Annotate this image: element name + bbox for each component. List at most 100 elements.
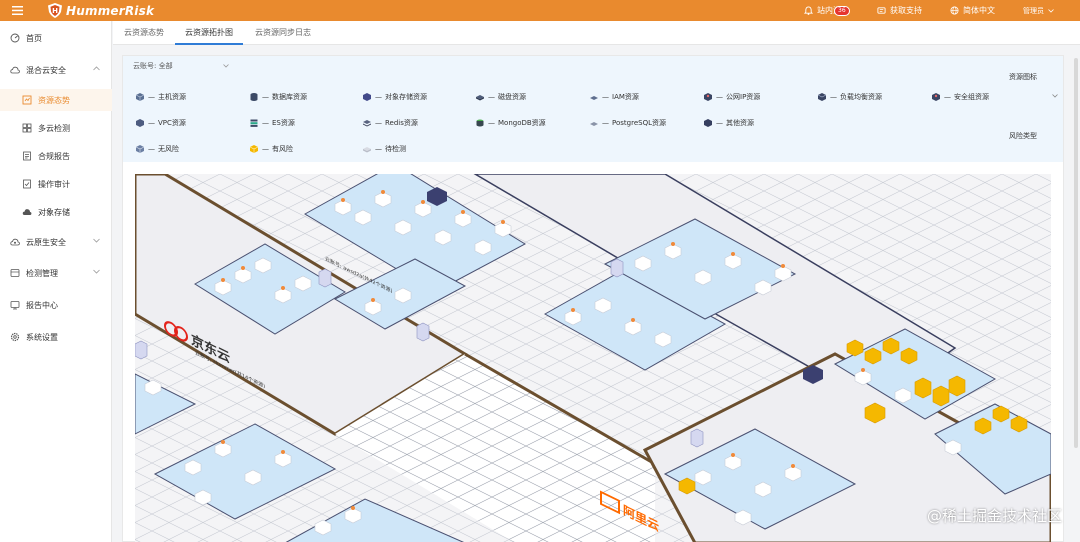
legend-label: 安全组资源 xyxy=(954,93,989,101)
tab-sync-log[interactable]: 云资源同步日志 xyxy=(255,21,311,45)
legend-label: 磁盘资源 xyxy=(498,93,526,101)
mongodb-icon xyxy=(476,119,484,127)
support-button[interactable]: 获取支持 xyxy=(863,5,936,16)
legend-no-risk[interactable]: — 无风险 xyxy=(135,144,179,154)
chevron-down-icon xyxy=(93,238,100,243)
legend-object-storage[interactable]: — 对象存储资源 xyxy=(362,92,427,102)
settings-icon xyxy=(10,332,20,342)
disk-icon xyxy=(476,95,484,101)
top-bar: H HummerRisk 站内消息 36 获取支持 简体中文 管理员 xyxy=(0,0,1080,21)
legend-pending[interactable]: — 待检测 xyxy=(362,144,406,154)
audit-icon xyxy=(23,179,31,189)
report-icon xyxy=(23,151,31,161)
sidebar-item-label: 首页 xyxy=(26,33,42,43)
topology-canvas[interactable]: 京东云 阿里云 云账号: awsd2a(共42个资源) 云账号: Hummer(… xyxy=(135,174,1051,542)
app-name: HummerRisk xyxy=(66,3,155,18)
sidebar-item-cloud-native[interactable]: 云原生安全 xyxy=(0,231,112,253)
sidebar-item-home[interactable]: 首页 xyxy=(0,27,112,49)
account-select-value: 云账号: 全部 xyxy=(133,62,173,70)
legend-database[interactable]: — 数据库资源 xyxy=(249,92,307,102)
pending-icon xyxy=(363,147,371,153)
sidebar-item-label: 云原生安全 xyxy=(26,237,66,247)
sidebar-item-hybrid-cloud[interactable]: 混合云安全 xyxy=(0,59,112,81)
bell-icon xyxy=(804,6,813,15)
legend-load-balancer[interactable]: — 负载均衡资源 xyxy=(817,92,882,102)
legend-label: PostgreSQL资源 xyxy=(612,119,666,127)
sidebar-item-label: 多云检测 xyxy=(38,123,70,133)
storage-icon xyxy=(22,209,32,215)
legend-iam[interactable]: — IAM资源 xyxy=(589,92,639,102)
legend-mongodb[interactable]: — MongoDB资源 xyxy=(475,118,546,128)
host-icon xyxy=(135,93,145,101)
redis-icon xyxy=(363,120,371,127)
database-icon xyxy=(250,93,258,101)
language-label: 简体中文 xyxy=(963,6,995,15)
legend-label: 数据库资源 xyxy=(272,93,307,101)
risk-type-label: 风险类型 xyxy=(1009,132,1037,140)
chevron-down-icon[interactable] xyxy=(1052,94,1058,98)
dashboard-icon xyxy=(10,33,20,43)
sidebar-item-compliance-report[interactable]: 合规报告 xyxy=(0,145,112,167)
legend-label: 待检测 xyxy=(385,145,406,153)
legend-label: IAM资源 xyxy=(612,93,639,101)
topology-graph[interactable]: 京东云 阿里云 云账号: awsd2a(共42个资源) 云账号: Hummer(… xyxy=(135,174,1051,542)
cloud-icon xyxy=(10,66,20,74)
legend-disk[interactable]: — 磁盘资源 xyxy=(475,92,526,102)
load-balancer-icon xyxy=(817,93,827,101)
sidebar-item-operation-audit[interactable]: 操作审计 xyxy=(0,173,112,195)
messages-count-badge: 36 xyxy=(834,6,850,16)
legend-label: 主机资源 xyxy=(158,93,186,101)
sidebar-item-label: 对象存储 xyxy=(38,207,70,217)
resource-icon xyxy=(22,95,32,105)
chevron-up-icon xyxy=(93,66,100,71)
resource-icon-label: 资源图标 xyxy=(1009,73,1037,81)
legend-public-ip[interactable]: — 公网IP资源 xyxy=(703,92,760,102)
iam-icon xyxy=(590,96,598,100)
legend-at-risk[interactable]: — 有风险 xyxy=(249,144,293,154)
legend-security-group[interactable]: — 安全组资源 xyxy=(931,92,989,102)
language-switch[interactable]: 简体中文 xyxy=(936,5,1009,16)
sidebar-item-multi-cloud-scan[interactable]: 多云检测 xyxy=(0,117,112,139)
sidebar-item-resource-status[interactable]: 资源态势 xyxy=(0,89,112,111)
legend-es[interactable]: — ES资源 xyxy=(249,118,295,128)
legend-other[interactable]: — 其他资源 xyxy=(703,118,754,128)
vpc-icon xyxy=(136,119,144,127)
postgresql-icon xyxy=(590,122,598,126)
vertical-scrollbar[interactable] xyxy=(1074,58,1078,448)
scan-icon xyxy=(22,123,32,133)
account-select[interactable]: 云账号: 全部 xyxy=(133,61,229,71)
svg-text:H: H xyxy=(52,7,58,15)
messages-button[interactable]: 站内消息 36 xyxy=(790,5,863,16)
legend-label: 对象存储资源 xyxy=(385,93,427,101)
legend-host[interactable]: — 主机资源 xyxy=(135,92,186,102)
tab-resource-status[interactable]: 云资源态势 xyxy=(124,21,164,45)
sidebar-item-label: 系统设置 xyxy=(26,332,58,342)
sidebar-item-label: 合规报告 xyxy=(38,151,70,161)
sidebar: 首页 混合云安全 资源态势 多云检测 合规报告 操作审计 对象存储 云原生安全 … xyxy=(0,21,112,542)
other-resource-icon xyxy=(704,119,712,127)
sidebar-item-label: 检测管理 xyxy=(26,268,58,278)
user-name: 管理员 xyxy=(1023,6,1044,15)
legend-vpc[interactable]: — VPC资源 xyxy=(135,118,186,128)
filter-area: 云账号: 全部 — 主机资源 — 数据库资源 — 对象存储资源 — 磁盘资源 — IAM资… xyxy=(123,56,1063,162)
app-logo[interactable]: H HummerRisk xyxy=(48,3,154,18)
topology-panel: 云账号: 全部 — 主机资源 — 数据库资源 — 对象存储资源 — 磁盘资源 — IAM资… xyxy=(122,55,1064,542)
no-risk-icon xyxy=(135,145,145,153)
sidebar-item-check-management[interactable]: 检测管理 xyxy=(0,262,112,284)
chevron-down-icon xyxy=(1048,8,1054,13)
public-ip-icon xyxy=(704,93,712,101)
tab-resource-topology[interactable]: 云资源拓扑图 xyxy=(185,21,233,45)
legend-postgresql[interactable]: — PostgreSQL资源 xyxy=(589,118,666,128)
sidebar-item-system-settings[interactable]: 系统设置 xyxy=(0,326,112,348)
sidebar-item-report-center[interactable]: 报告中心 xyxy=(0,294,112,316)
sidebar-item-object-storage[interactable]: 对象存储 xyxy=(0,201,112,223)
shield-logo-icon: H xyxy=(48,3,62,18)
menu-toggle-icon[interactable] xyxy=(0,0,34,21)
legend-redis[interactable]: — Redis资源 xyxy=(362,118,418,128)
legend-label: Redis资源 xyxy=(385,119,418,127)
user-menu[interactable]: 管理员 xyxy=(1009,6,1080,16)
sidebar-item-label: 混合云安全 xyxy=(26,65,66,75)
es-icon xyxy=(250,119,258,127)
security-group-icon xyxy=(932,93,940,101)
at-risk-icon xyxy=(249,145,259,153)
